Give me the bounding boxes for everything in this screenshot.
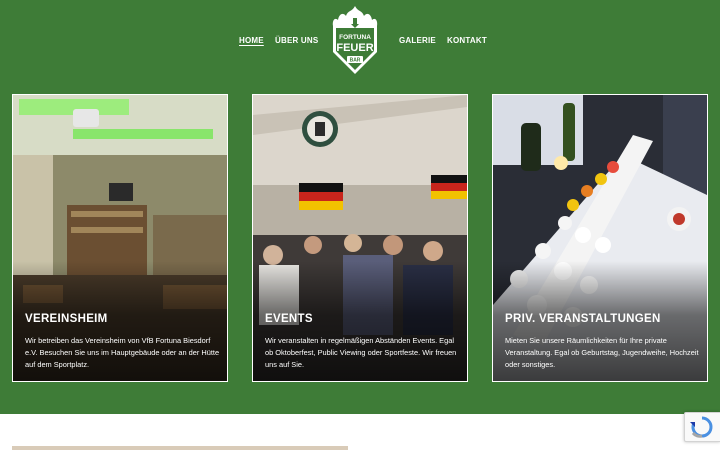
logo-line-2: FEUER <box>336 42 373 54</box>
card-text-events: Wir veranstalten in regelmäßigen Abständ… <box>265 336 457 369</box>
card-private-veranstaltungen[interactable]: PRIV. VERANSTALTUNGEN Mieten Sie unsere … <box>492 94 708 382</box>
card-title-private-veranstaltungen: PRIV. VERANSTALTUNGEN <box>505 313 661 325</box>
card-events[interactable]: EVENTS Wir veranstalten in regelmäßigen … <box>252 94 468 382</box>
fortuna-feuer-bar-logo[interactable]: FORTUNA FEUER BAR <box>326 4 384 78</box>
hero-section: HOME ÜBER UNS FORTUNA FEUER BAR GALERIE … <box>0 0 720 414</box>
logo-line-1: FORTUNA <box>339 34 371 41</box>
card-text-private-veranstaltungen: Mieten Sie unsere Räumlichkeiten für Ihr… <box>505 336 699 369</box>
main-navigation: HOME ÜBER UNS FORTUNA FEUER BAR GALERIE … <box>0 0 720 80</box>
card-title-events: EVENTS <box>265 313 313 325</box>
nav-link-home[interactable]: HOME <box>239 36 264 45</box>
content-section <box>0 414 720 450</box>
recaptcha-icon <box>690 416 713 438</box>
nav-link-galerie[interactable]: GALERIE <box>399 36 436 45</box>
nav-link-ueber-uns[interactable]: ÜBER UNS <box>275 36 318 45</box>
card-vereinsheim[interactable]: VEREINSHEIM Wir betreiben das Vereinshei… <box>12 94 228 382</box>
nav-link-kontakt[interactable]: KONTAKT <box>447 36 487 45</box>
logo-line-3: BAR <box>350 58 361 64</box>
recaptcha-badge[interactable] <box>684 412 720 442</box>
card-title-vereinsheim: VEREINSHEIM <box>25 313 108 325</box>
card-text-vereinsheim: Wir betreiben das Vereinsheim von VfB Fo… <box>25 336 220 369</box>
image-strip <box>12 446 348 450</box>
